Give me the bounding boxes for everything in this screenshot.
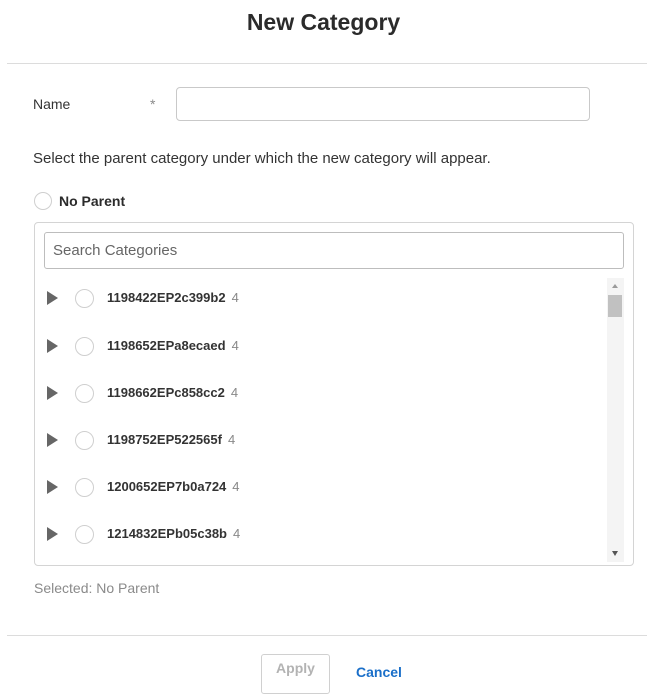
category-count: 4: [230, 385, 239, 400]
category-count: 4: [231, 290, 239, 305]
category-radio[interactable]: [75, 478, 94, 497]
category-name[interactable]: 1198652EPa8ecaed 4: [107, 338, 239, 353]
category-radio[interactable]: [75, 384, 94, 403]
category-name[interactable]: 1214832EPb05c38b 4: [107, 526, 240, 541]
category-name[interactable]: 1200652EP7b0a724 4: [107, 479, 240, 494]
required-mark: *: [150, 96, 156, 112]
search-categories-input[interactable]: [44, 232, 624, 269]
category-name[interactable]: 1198422EP2c399b2 4: [107, 290, 239, 305]
header-divider: [7, 63, 647, 64]
footer-divider: [7, 635, 647, 636]
no-parent-option[interactable]: No Parent: [34, 192, 125, 210]
category-tree-panel: 1198422EP2c399b24 1198652EPa8ecaed4 1198…: [34, 222, 634, 566]
no-parent-radio[interactable]: [34, 192, 52, 210]
category-radio[interactable]: [75, 525, 94, 544]
dialog-title: New Category: [246, 9, 401, 35]
category-count: 4: [232, 526, 241, 541]
category-tree-list[interactable]: 1198422EP2c399b2 4 1198652EPa8ecaed 4 1198…: [35, 278, 600, 563]
expand-arrow-icon[interactable]: [47, 480, 58, 494]
scroll-up-arrow-icon[interactable]: [612, 284, 618, 288]
no-parent-label: No Parent: [59, 193, 126, 209]
category-name[interactable]: 1198662EPc858cc2 4: [107, 385, 238, 400]
category-radio[interactable]: [75, 289, 94, 308]
category-radio[interactable]: [75, 337, 94, 356]
expand-arrow-icon[interactable]: [47, 527, 58, 541]
selected-status: Selected: No Parent: [34, 580, 160, 596]
category-count: 4: [227, 432, 236, 447]
cancel-button[interactable]: Cancel: [356, 664, 402, 680]
name-label: Name: [33, 96, 71, 112]
expand-arrow-icon[interactable]: [47, 339, 58, 353]
name-input[interactable]: [176, 87, 590, 121]
expand-arrow-icon[interactable]: [47, 386, 58, 400]
scroll-down-arrow-icon[interactable]: [612, 551, 618, 556]
category-name[interactable]: 1198752EP522565f 4: [107, 432, 235, 447]
category-count: 4: [232, 479, 240, 494]
apply-button[interactable]: Apply: [261, 654, 330, 694]
parent-instruction: Select the parent category under which t…: [33, 150, 491, 167]
expand-arrow-icon[interactable]: [47, 291, 58, 305]
category-radio[interactable]: [75, 431, 94, 450]
scroll-thumb[interactable]: [608, 295, 622, 317]
category-count: 4: [231, 338, 239, 353]
expand-arrow-icon[interactable]: [47, 433, 58, 447]
tree-scrollbar[interactable]: [607, 278, 624, 562]
